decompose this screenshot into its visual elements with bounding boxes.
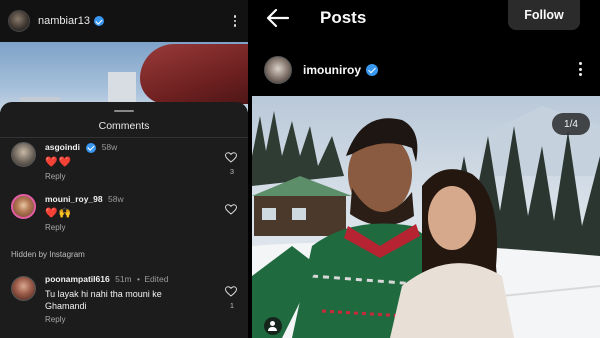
avatar[interactable]: [11, 276, 36, 301]
reply-button[interactable]: Reply: [45, 223, 124, 232]
comment-text: ❤️🙌: [45, 208, 72, 219]
verified-badge-icon: [366, 64, 379, 76]
sheet-title: Comments: [98, 120, 150, 132]
forest-left: [252, 111, 344, 186]
comment-time: 51m: [115, 274, 132, 284]
avatar[interactable]: [11, 142, 36, 167]
heart-icon[interactable]: [225, 152, 237, 163]
avatar[interactable]: [11, 194, 36, 219]
red-car-shape: [140, 44, 248, 104]
comment-time: 58w: [108, 194, 124, 204]
cabin-window: [292, 208, 306, 220]
left-post-header: nambiar13: [0, 0, 248, 42]
cabin-window: [262, 208, 276, 220]
edited-separator: •: [137, 274, 140, 284]
post-author-bar: imouniroy: [252, 52, 600, 88]
more-options-icon[interactable]: [579, 62, 582, 76]
page-title: Posts: [320, 8, 367, 27]
comments-sheet: Comments asgoindi 58w ❤️❤️ Reply 3 mouni…: [0, 102, 248, 338]
like-count: 3: [229, 167, 234, 176]
edited-label: Edited: [144, 274, 169, 284]
avatar[interactable]: [8, 10, 30, 32]
hidden-by-instagram-label: Hidden by Instagram: [11, 250, 85, 259]
post-photo: [252, 106, 600, 338]
post-author-username[interactable]: imouniroy: [303, 63, 361, 77]
divider: [0, 137, 248, 138]
verified-badge-icon: [93, 16, 104, 26]
reply-button[interactable]: Reply: [45, 315, 205, 324]
comment-text: Tu layak hi nahi tha mouni ke Ghamandi: [45, 289, 162, 311]
woman-face: [428, 186, 476, 250]
image-counter: 1/4: [552, 113, 590, 135]
heart-icon[interactable]: [225, 204, 237, 215]
follow-button[interactable]: Follow: [508, 0, 580, 30]
user-tag-icon[interactable]: [264, 317, 282, 335]
post-author-username[interactable]: nambiar13: [38, 15, 90, 27]
comments-panel: nambiar13 Comments asgoindi 58w ❤️❤️ Rep…: [0, 0, 248, 338]
comment-time: 58w: [101, 142, 118, 152]
verified-badge-icon: [86, 142, 97, 153]
avatar[interactable]: [264, 56, 292, 84]
post-image[interactable]: 1/4: [252, 96, 600, 338]
comment-username[interactable]: poonampatil616: [45, 274, 110, 284]
back-arrow-icon[interactable]: [266, 8, 290, 28]
comment-username[interactable]: mouni_roy_98: [45, 194, 103, 204]
comment-username[interactable]: asgoindi: [45, 142, 80, 152]
comment-text: ❤️❤️: [45, 156, 72, 168]
like-count: 1: [229, 301, 234, 310]
more-options-icon[interactable]: [230, 11, 241, 31]
drag-handle[interactable]: [114, 110, 134, 112]
heart-icon[interactable]: [225, 286, 237, 297]
post-view-panel: Posts Follow imouniroy 1/4: [252, 0, 600, 338]
reply-button[interactable]: Reply: [45, 172, 117, 181]
posts-header: Posts Follow: [252, 0, 600, 38]
